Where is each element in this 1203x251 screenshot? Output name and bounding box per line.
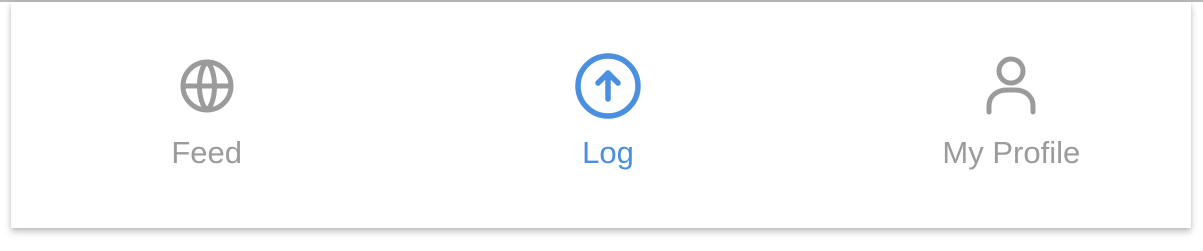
tab-my-profile[interactable]: My Profile <box>798 2 1191 228</box>
tab-label-log: Log <box>582 135 634 170</box>
tab-label-feed: Feed <box>171 135 242 170</box>
user-icon <box>976 54 1046 118</box>
globe-icon <box>172 54 242 118</box>
bottom-tab-bar: Feed Log My Profile <box>11 2 1191 228</box>
tab-label-my-profile: My Profile <box>942 135 1081 170</box>
tab-log[interactable]: Log <box>404 2 797 228</box>
arrow-up-circle-icon <box>573 53 643 119</box>
screen: Feed Log My Profile <box>0 0 1203 251</box>
tab-feed[interactable]: Feed <box>11 2 404 228</box>
